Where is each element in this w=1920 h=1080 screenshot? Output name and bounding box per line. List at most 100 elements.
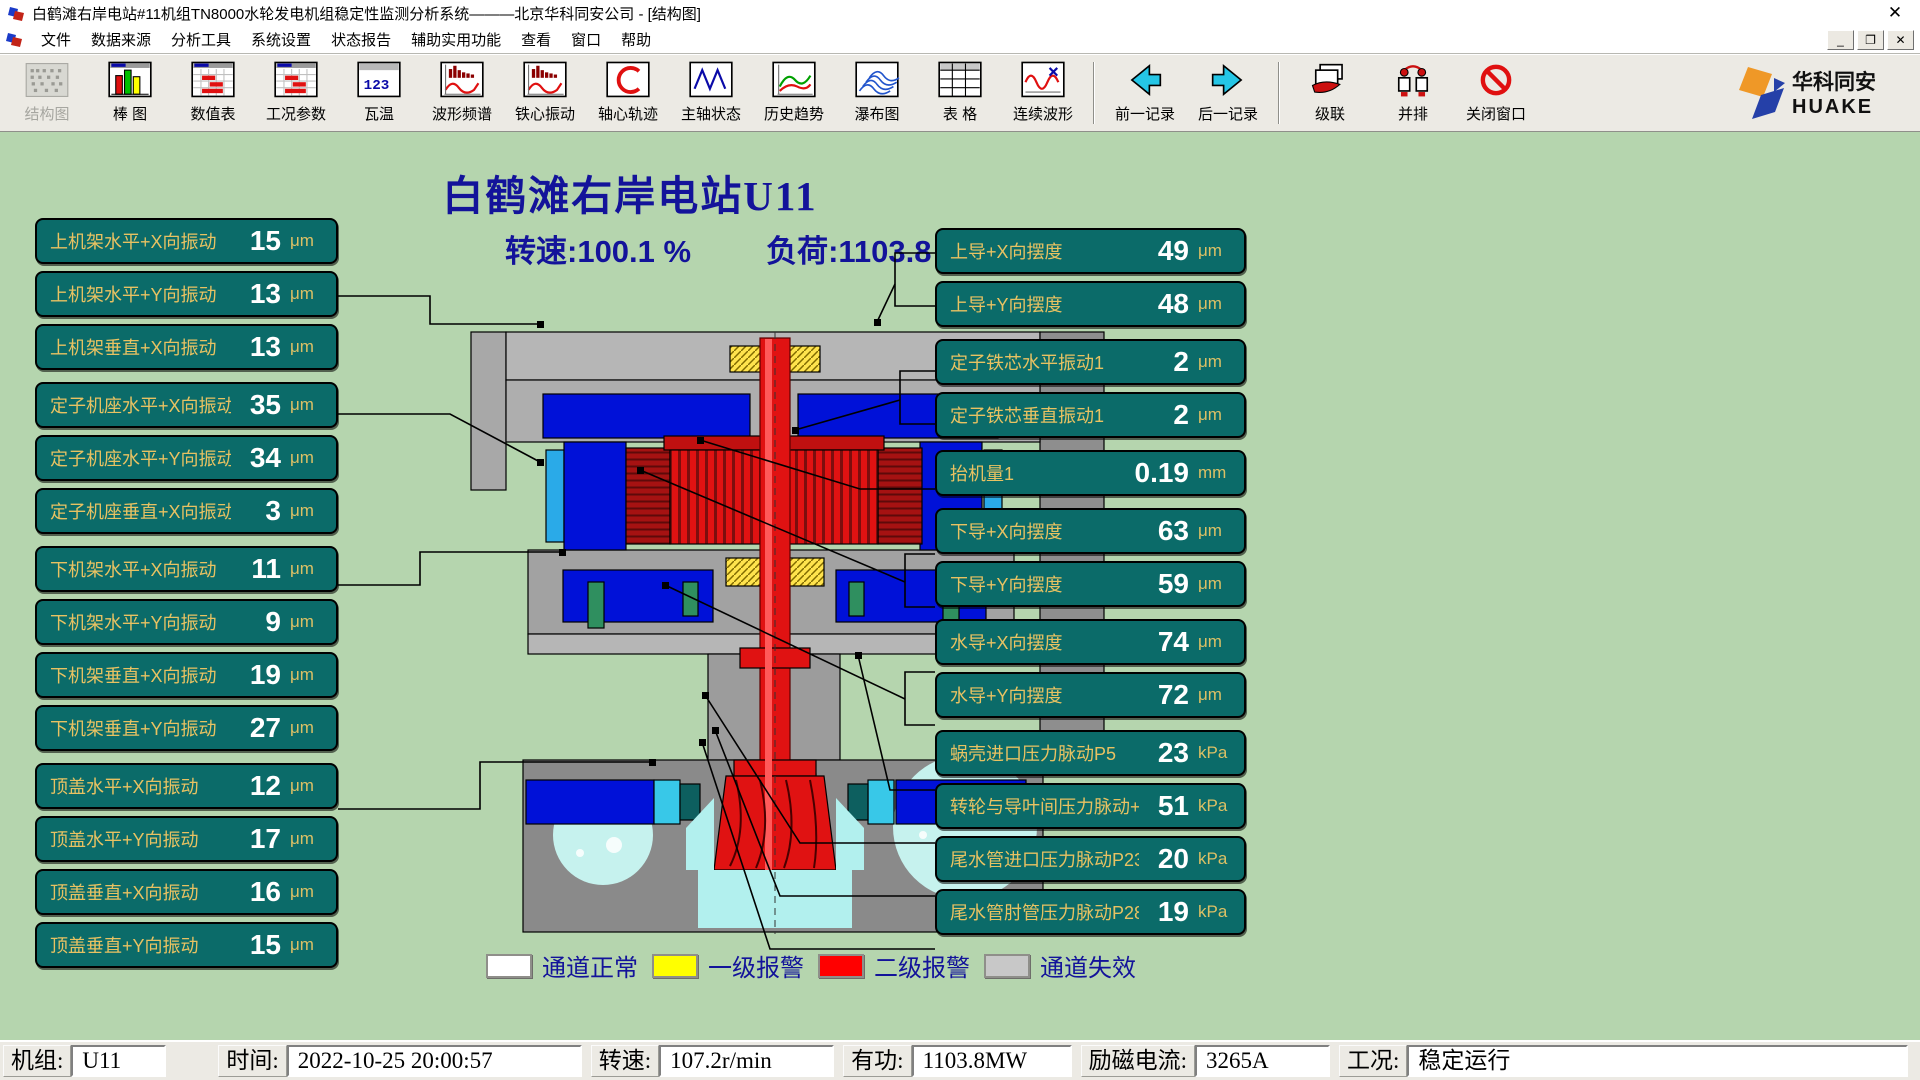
status-bar: 机组:U11时间:2022-10-25 20:00:57转速:107.2r/mi… [0,1040,1920,1080]
panel-unit: μm [1198,405,1236,425]
toolbar-button-close-window[interactable]: 关闭窗口 [1457,60,1535,124]
measurement-panel[interactable]: 定子铁芯垂直振动12μm [935,392,1246,438]
measurement-panel[interactable]: 尾水管肘管压力脉动P2819kPa [935,889,1246,935]
tile-windows-icon [1390,60,1436,100]
toolbar-button-history-trend[interactable]: 历史趋势 [755,60,833,124]
measurement-panel[interactable]: 水导+X向摆度74μm [935,619,1246,665]
menu-item[interactable]: 帮助 [611,26,661,53]
close-icon[interactable]: ✕ [1878,3,1912,23]
menu-item[interactable]: 分析工具 [161,26,241,53]
toolbar-button-cascade-windows[interactable]: 级联 [1291,60,1369,124]
panel-unit: μm [290,718,328,738]
measurement-panel[interactable]: 顶盖垂直+Y向振动15μm [35,922,338,968]
toolbar-button-waterfall[interactable]: 瀑布图 [838,60,916,124]
toolbar-button-pad-temperature[interactable]: 123瓦温 [340,60,418,124]
measurement-panel[interactable]: 尾水管进口压力脉动P2320kPa [935,836,1246,882]
toolbar-button-shaft-orbit[interactable]: 轴心轨迹 [589,60,667,124]
toolbar-button-tile-windows[interactable]: 并排 [1374,60,1452,124]
close-button[interactable]: ✕ [1887,30,1914,50]
measurement-panel[interactable]: 上机架垂直+X向振动13μm [35,324,338,370]
menu-item[interactable]: 窗口 [561,26,611,53]
measurement-panel[interactable]: 上机架水平+X向振动15μm [35,218,338,264]
panel-label: 定子铁芯水平振动1 [950,349,1139,375]
panel-group: 上机架水平+X向振动15μm 上机架水平+Y向振动13μm 上机架垂直+X向振动13… [35,218,338,370]
toolbar-button-structure-diagram: 结构图 [8,60,86,124]
toolbar-separator [1278,62,1280,124]
menu-item[interactable]: 系统设置 [241,26,321,53]
measurement-panel[interactable]: 下机架水平+X向振动11μm [35,546,338,592]
panel-value: 12 [231,770,281,802]
measurement-panel[interactable]: 下机架水平+Y向振动9μm [35,599,338,645]
toolbar-button-grid-table[interactable]: 表 格 [921,60,999,124]
measurement-panel[interactable]: 转轮与导叶间压力脉动+X51kPa [935,783,1246,829]
toolbar-button-numeric-table[interactable]: 数值表 [174,60,252,124]
toolbar-button-waveform-spectrum[interactable]: 波形频谱 [423,60,501,124]
measurement-panel[interactable]: 下机架垂直+Y向振动27μm [35,705,338,751]
measurement-panel[interactable]: 定子铁芯水平振动12μm [935,339,1246,385]
panel-label: 下导+Y向摆度 [950,571,1139,597]
panel-value: 2 [1139,399,1189,431]
measurement-panel[interactable]: 上导+X向摆度49μm [935,228,1246,274]
toolbar-button-core-vibration[interactable]: 铁心振动 [506,60,584,124]
toolbar-button-next-record[interactable]: 后一记录 [1189,60,1267,124]
toolbar-button-continuous-wave[interactable]: 连续波形 [1004,60,1082,124]
status-label: 有功: [843,1045,911,1077]
legend-swatch [984,954,1030,978]
status-segment: 机组:U11 [3,1045,166,1077]
logo-en-text: HUAKE [1792,96,1873,118]
measurement-panel[interactable]: 顶盖垂直+X向振动16μm [35,869,338,915]
measurement-panel[interactable]: 定子机座垂直+X向振动3μm [35,488,338,534]
panel-value: 23 [1139,737,1189,769]
toolbar-button-label: 连续波形 [1013,103,1073,124]
measurement-panel[interactable]: 蜗壳进口压力脉动P523kPa [935,730,1246,776]
measurement-panel[interactable]: 下导+X向摆度63μm [935,508,1246,554]
measurement-panel[interactable]: 顶盖水平+Y向振动17μm [35,816,338,862]
toolbar-button-shaft-status[interactable]: 主轴状态 [672,60,750,124]
panel-value: 15 [231,225,281,257]
measurement-panel[interactable]: 抬机量10.19mm [935,450,1246,496]
measurement-panel[interactable]: 定子机座水平+Y向振动34μm [35,435,338,481]
panel-unit: kPa [1198,849,1236,869]
restore-button[interactable]: ❐ [1857,30,1884,50]
panel-label: 顶盖垂直+X向振动 [50,879,231,905]
panel-value: 11 [231,553,281,585]
panel-label: 水导+X向摆度 [950,629,1139,655]
panel-label: 下机架水平+Y向振动 [50,609,231,635]
close-window-icon [1473,60,1519,100]
panel-value: 17 [231,823,281,855]
menu-item[interactable]: 数据来源 [81,26,161,53]
measurement-panel[interactable]: 下导+Y向摆度59μm [935,561,1246,607]
toolbar-button-bar-chart[interactable]: 棒 图 [91,60,169,124]
toolbar: 结构图棒 图数值表 工况参数123瓦温波形频谱铁心振动轴心轨迹主轴状态历史趋势瀑布… [0,54,1920,132]
menu-item[interactable]: 查看 [511,26,561,53]
menu-item[interactable]: 状态报告 [321,26,401,53]
status-value: 稳定运行 [1407,1045,1908,1077]
measurement-panel[interactable]: 下机架垂直+X向振动19μm [35,652,338,698]
status-label: 时间: [218,1045,286,1077]
panel-unit: μm [290,559,328,579]
panel-value: 27 [231,712,281,744]
shaft-orbit-icon [605,60,651,100]
panel-value: 51 [1139,790,1189,822]
minimize-button[interactable]: _ [1827,30,1854,50]
status-label: 机组: [3,1045,71,1077]
status-segment: 转速:107.2r/min [591,1045,834,1077]
app-icon [8,5,25,22]
toolbar-button-condition-params[interactable]: 工况参数 [257,60,335,124]
measurement-panel[interactable]: 定子机座水平+X向振动35μm [35,382,338,428]
status-segment: 工况:稳定运行 [1339,1045,1908,1077]
menu-item[interactable]: 文件 [31,26,81,53]
menu-item[interactable]: 辅助实用功能 [401,26,511,53]
measurement-panel[interactable]: 上机架水平+Y向振动13μm [35,271,338,317]
toolbar-button-prev-record[interactable]: 前一记录 [1106,60,1184,124]
panel-unit: kPa [1198,902,1236,922]
legend-swatch [486,954,532,978]
measurement-panel[interactable]: 顶盖水平+X向振动12μm [35,763,338,809]
panel-group: 上导+X向摆度49μm 上导+Y向摆度48μm [935,228,1246,327]
toolbar-button-label: 数值表 [190,103,235,124]
measurement-panel[interactable]: 上导+Y向摆度48μm [935,281,1246,327]
panel-value: 19 [1139,896,1189,928]
measurement-panel[interactable]: 水导+Y向摆度72μm [935,672,1246,718]
panel-value: 3 [231,495,281,527]
station-title: 白鹤滩右岸电站U11 [0,162,1260,222]
